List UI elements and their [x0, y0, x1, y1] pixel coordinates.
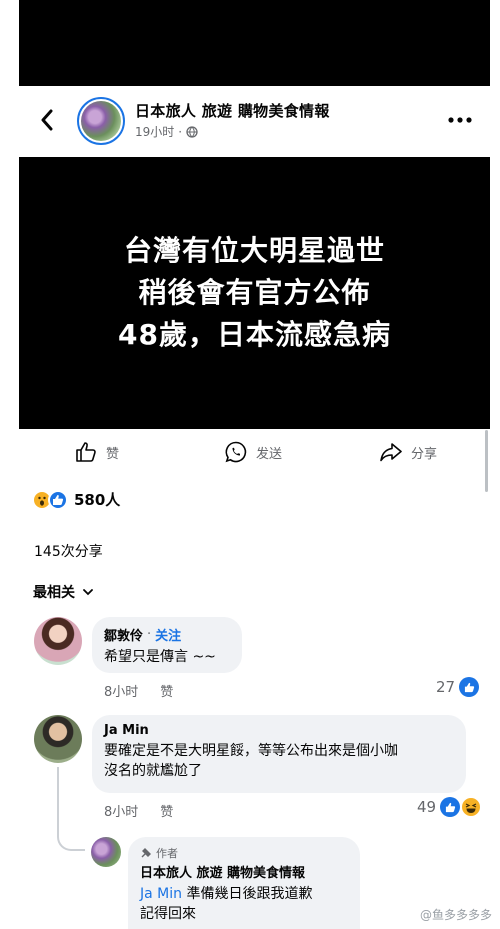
comment-sort-dropdown[interactable]: 最相关	[33, 582, 93, 602]
reply-bubble: 作者 日本旅人 旅遊 購物美食情報 Ja Min 準備幾日後跟我道歉 記得回來	[128, 837, 360, 929]
back-arrow-icon	[41, 109, 53, 131]
post-meta: 19小时 ·	[135, 123, 198, 140]
post-image[interactable]: 台灣有位大明星過世 稍後會有官方公佈 48歲，日本流感急病	[19, 157, 490, 429]
reply-text-line-1: Ja Min 準備幾日後跟我道歉	[140, 884, 348, 904]
comment-author[interactable]: Ja Min	[104, 723, 149, 738]
comment-reactions[interactable]: 49	[417, 797, 482, 817]
comment-avatar[interactable]	[34, 617, 82, 665]
reply-author-name[interactable]: 日本旅人 旅遊 購物美食情報	[140, 862, 305, 881]
comment-text-line-2: 沒名的就尷尬了	[104, 763, 202, 779]
more-horizontal-icon	[448, 117, 472, 123]
reply-thread-line	[57, 767, 85, 851]
more-options-button[interactable]	[446, 110, 474, 130]
post-time: 19小时	[135, 125, 175, 139]
send-label: 发送	[256, 446, 283, 462]
comment-time: 8小时	[104, 685, 139, 700]
reply-text: Ja Min 準備幾日後跟我道歉 記得回來	[140, 884, 348, 924]
comment-reactions[interactable]: 27	[436, 677, 480, 697]
reactions-summary[interactable]: 580人	[32, 489, 120, 510]
post-header: 日本旅人 旅遊 購物美食情報 19小时 ·	[19, 88, 490, 154]
haha-reaction-icon	[461, 797, 482, 817]
comment-like-button[interactable]: 赞	[160, 681, 173, 700]
like-label: 赞	[106, 446, 120, 462]
comment-bubble: 鄒敦伶 · 关注 希望只是傳言 ~~	[92, 617, 242, 673]
reaction-count: 580人	[74, 491, 121, 509]
like-reaction-icon	[440, 797, 461, 817]
comment-time: 8小时	[104, 805, 139, 820]
reply-author: 日本旅人 旅遊 購物美食情報	[140, 862, 348, 881]
comment-text: 希望只是傳言 ~~	[104, 649, 216, 665]
reply-text-content: 準備幾日後跟我道歉	[182, 886, 313, 902]
comment-text: 要確定是不是大明星餒，等等公布出來是個小咖 沒名的就尷尬了	[104, 741, 454, 781]
post-image-line-2: 稍後會有官方公佈	[138, 276, 371, 309]
comment-bubble: Ja Min 要確定是不是大明星餒，等等公布出來是個小咖 沒名的就尷尬了	[92, 715, 466, 793]
globe-icon	[186, 125, 198, 138]
reply-text-line-2: 記得回來	[140, 906, 196, 922]
like-reaction-icon	[459, 677, 480, 697]
reply-avatar[interactable]	[91, 837, 121, 867]
share-label: 分享	[411, 446, 438, 462]
comment-text-line-1: 要確定是不是大明星餒，等等公布出來是個小咖	[104, 743, 398, 759]
whatsapp-icon	[225, 441, 247, 463]
comment-author[interactable]: 鄒敦伶	[104, 625, 143, 644]
scrollbar[interactable]	[485, 430, 488, 492]
comment-meta: 8小时 赞	[104, 681, 173, 700]
comment-meta: 8小时 赞	[104, 801, 173, 820]
comment-like-button[interactable]: 赞	[160, 801, 173, 820]
comment-author-row: Ja Min	[104, 723, 454, 738]
mention-link[interactable]: Ja Min	[140, 886, 182, 902]
comment-reaction-count: 49	[417, 798, 437, 816]
page-name[interactable]: 日本旅人 旅遊 購物美食情報	[135, 100, 330, 121]
back-button[interactable]	[35, 106, 59, 134]
thumbs-up-icon	[76, 442, 96, 462]
comment-avatar[interactable]	[34, 715, 82, 763]
follow-button[interactable]: 关注	[155, 625, 181, 644]
share-count[interactable]: 145次分享	[34, 541, 103, 561]
author-badge: 作者	[140, 845, 348, 861]
post-image-line-1: 台灣有位大明星過世	[123, 234, 385, 267]
microphone-icon	[141, 848, 151, 858]
watermark: @鱼多多多多	[420, 906, 492, 923]
post-image-line-3: 48歲，日本流感急病	[118, 318, 391, 351]
post-actions-bar: 赞 发送 分享	[19, 432, 490, 478]
watermark-text: @鱼多多多多	[419, 908, 492, 922]
share-button[interactable]: 分享	[379, 440, 437, 464]
meta-dot: ·	[178, 124, 183, 139]
sort-label: 最相关	[33, 585, 75, 601]
chevron-down-icon	[83, 588, 93, 595]
comment-reaction-count: 27	[436, 678, 456, 696]
send-button[interactable]: 发送	[224, 440, 282, 464]
like-reaction-icon	[48, 489, 68, 510]
share-arrow-icon	[380, 443, 402, 462]
top-black-bar	[19, 0, 490, 86]
author-badge-label: 作者	[156, 847, 178, 860]
separator-dot: ·	[147, 627, 152, 642]
page-avatar[interactable]	[77, 97, 125, 145]
comment-author-row: 鄒敦伶 · 关注	[104, 625, 230, 644]
like-button[interactable]: 赞	[74, 440, 119, 464]
